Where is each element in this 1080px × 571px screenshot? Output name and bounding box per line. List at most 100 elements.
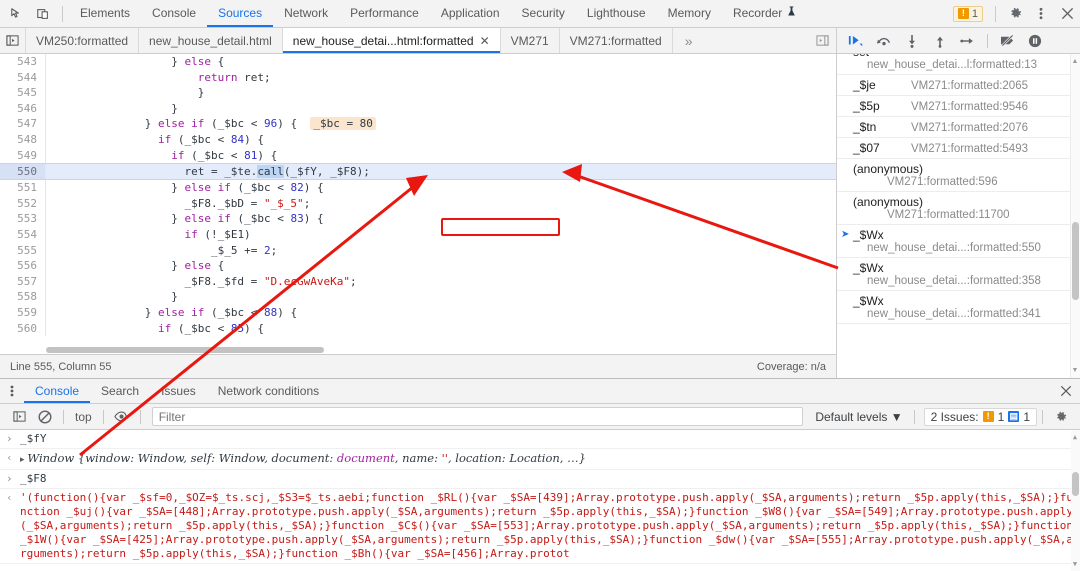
file-tab-close-icon[interactable]: ✕: [480, 34, 490, 48]
frame-source-location[interactable]: VM271:formatted:11700: [853, 209, 1074, 221]
tab-lighthouse[interactable]: Lighthouse: [576, 0, 657, 27]
line-number[interactable]: 550: [0, 164, 46, 180]
code-line[interactable]: 551 } else if (_$bc < 82) {: [0, 180, 836, 196]
console-input-row[interactable]: › _$F8: [0, 470, 1080, 489]
step-out-icon[interactable]: [927, 30, 953, 52]
tab-performance[interactable]: Performance: [339, 0, 430, 27]
call-stack-scrollbar-thumb[interactable]: [1072, 222, 1079, 300]
console-output-row[interactable]: ‹ ▸ Window {window: Window, self: Window,…: [0, 449, 1080, 470]
tab-application[interactable]: Application: [430, 0, 511, 27]
file-tab-vm271[interactable]: VM271: [501, 28, 560, 53]
code-line[interactable]: 549 if (_$bc < 81) {: [0, 147, 836, 164]
call-stack-row[interactable]: (anonymous) VM271:formatted:11700: [837, 192, 1080, 225]
drawer-tab-network-conditions[interactable]: Network conditions: [207, 379, 330, 403]
line-number[interactable]: 560: [0, 320, 46, 337]
step-icon[interactable]: [955, 30, 981, 52]
code-line[interactable]: 543 } else {: [0, 54, 836, 70]
line-number[interactable]: 551: [0, 180, 46, 196]
more-options-icon[interactable]: [1028, 2, 1054, 26]
close-icon[interactable]: [1054, 2, 1080, 26]
call-stack-row[interactable]: (anonymous) VM271:formatted:596: [837, 159, 1080, 192]
code-line[interactable]: 552 _$F8._$bD = "_$_5";: [0, 195, 836, 212]
live-expression-eye-icon[interactable]: [109, 406, 135, 428]
code-line[interactable]: 548 if (_$bc < 84) {: [0, 131, 836, 148]
line-number[interactable]: 553: [0, 211, 46, 227]
console-issues-badge[interactable]: 2 Issues: ! 1 ▤ 1: [923, 407, 1037, 426]
tab-security[interactable]: Security: [511, 0, 576, 27]
code-line[interactable]: 556 } else {: [0, 258, 836, 274]
line-number[interactable]: 554: [0, 226, 46, 243]
line-number[interactable]: 558: [0, 289, 46, 305]
line-number[interactable]: 545: [0, 85, 46, 101]
code-line[interactable]: 544 return ret;: [0, 69, 836, 86]
console-input-row[interactable]: › _$fY: [0, 430, 1080, 449]
call-stack-row[interactable]: ➤ _$Wx new_house_detai...:formatted:550: [837, 225, 1080, 258]
frame-source-location[interactable]: new_house_detai...:formatted:341: [853, 308, 1074, 320]
frame-source-location[interactable]: new_house_detai...:formatted:550: [853, 242, 1074, 254]
code-editor[interactable]: 543 } else {544 return ret; 545 } 546 } 547…: [0, 54, 836, 354]
code-line[interactable]: 545 }: [0, 85, 836, 101]
code-line[interactable]: 546 }: [0, 100, 836, 117]
show-debugger-sidebar-icon[interactable]: [808, 28, 836, 53]
file-tab-vm271-formatted[interactable]: VM271:formatted: [560, 28, 673, 53]
console-output-row[interactable]: ‹ '(function(){var _$sf=0,_$OZ=$_ts.scj,_…: [0, 489, 1080, 564]
call-stack-scrollbar[interactable]: ▲ ▼: [1070, 54, 1080, 378]
tab-network[interactable]: Network: [273, 0, 339, 27]
inspect-element-icon[interactable]: [4, 2, 30, 26]
frame-source-location[interactable]: new_house_detai...:formatted:358: [853, 275, 1074, 287]
call-stack-list[interactable]: setnew_house_detai...l:formatted:13 _$je V…: [837, 54, 1080, 378]
frame-source-location[interactable]: VM271:formatted:596: [853, 176, 1074, 188]
gear-icon[interactable]: [1002, 2, 1028, 26]
tab-sources[interactable]: Sources: [207, 0, 273, 27]
console-scrollbar[interactable]: ▲ ▼: [1071, 430, 1080, 571]
code-line-current[interactable]: 550 ret = _$te.call(_$fY, _$F8);: [0, 163, 836, 181]
call-stack-row[interactable]: _$Wx new_house_detai...:formatted:341: [837, 291, 1080, 324]
drawer-tab-console[interactable]: Console: [24, 379, 90, 403]
drawer-more-tools-icon[interactable]: [0, 379, 24, 403]
line-number[interactable]: 559: [0, 304, 46, 321]
call-stack-row[interactable]: _$07 VM271:formatted:5493: [837, 138, 1080, 159]
console-output[interactable]: › _$fY ‹ ▸ Window {window: Window, self: Wi…: [0, 430, 1080, 571]
line-number[interactable]: 552: [0, 195, 46, 212]
code-line[interactable]: 557 _$F8._$fd = "D.ecGwAveKa";: [0, 273, 836, 290]
device-toolbar-icon[interactable]: [30, 2, 56, 26]
line-number[interactable]: 543: [0, 54, 46, 70]
code-line[interactable]: 558 }: [0, 289, 836, 305]
tab-elements[interactable]: Elements: [69, 0, 141, 27]
tab-recorder[interactable]: Recorder: [722, 0, 807, 27]
call-stack-row[interactable]: _$Wx new_house_detai...:formatted:358: [837, 258, 1080, 291]
file-tab-new-house-detail[interactable]: new_house_detail.html: [139, 28, 283, 53]
line-number[interactable]: 548: [0, 131, 46, 148]
drawer-close-icon[interactable]: [1052, 385, 1080, 397]
toolbar-warning-badge[interactable]: ! 1: [952, 5, 983, 22]
line-number[interactable]: 555: [0, 242, 46, 259]
line-number[interactable]: 549: [0, 147, 46, 164]
frame-source-location[interactable]: VM271:formatted:2065: [911, 80, 1028, 92]
call-stack-row[interactable]: _$tn VM271:formatted:2076: [837, 117, 1080, 138]
frame-source-location[interactable]: VM271:formatted:9546: [911, 101, 1028, 113]
drawer-tab-search[interactable]: Search: [90, 379, 150, 403]
line-number[interactable]: 547: [0, 116, 46, 132]
scroll-down-arrow-icon[interactable]: ▼: [1071, 367, 1079, 374]
console-sidebar-icon[interactable]: [6, 406, 32, 428]
line-number[interactable]: 556: [0, 258, 46, 274]
show-navigator-icon[interactable]: [0, 28, 26, 53]
tab-memory[interactable]: Memory: [657, 0, 722, 27]
frame-source-location[interactable]: new_house_detai...l:formatted:13: [853, 59, 1074, 71]
console-scrollbar-thumb[interactable]: [1072, 472, 1079, 496]
editor-horizontal-scrollbar[interactable]: [46, 346, 836, 354]
tab-console[interactable]: Console: [141, 0, 207, 27]
deactivate-breakpoints-icon[interactable]: [994, 30, 1020, 52]
file-tab-vm250-formatted[interactable]: VM250:formatted: [26, 28, 140, 53]
step-into-icon[interactable]: [899, 30, 925, 52]
line-number[interactable]: 546: [0, 100, 46, 117]
console-scroll-up-icon[interactable]: ▲: [1071, 433, 1079, 441]
code-line[interactable]: 553 } else if (_$bc < 83) {: [0, 211, 836, 227]
step-over-icon[interactable]: [871, 30, 897, 52]
console-settings-gear-icon[interactable]: [1048, 406, 1074, 428]
console-log-levels-selector[interactable]: Default levels ▼: [809, 410, 908, 424]
code-line[interactable]: 547 } else if (_$bc < 96) { _$bc = 80: [0, 116, 836, 132]
pause-on-exceptions-icon[interactable]: [1022, 30, 1048, 52]
console-scroll-down-icon[interactable]: ▼: [1071, 560, 1079, 568]
resume-script-icon[interactable]: [843, 30, 869, 52]
